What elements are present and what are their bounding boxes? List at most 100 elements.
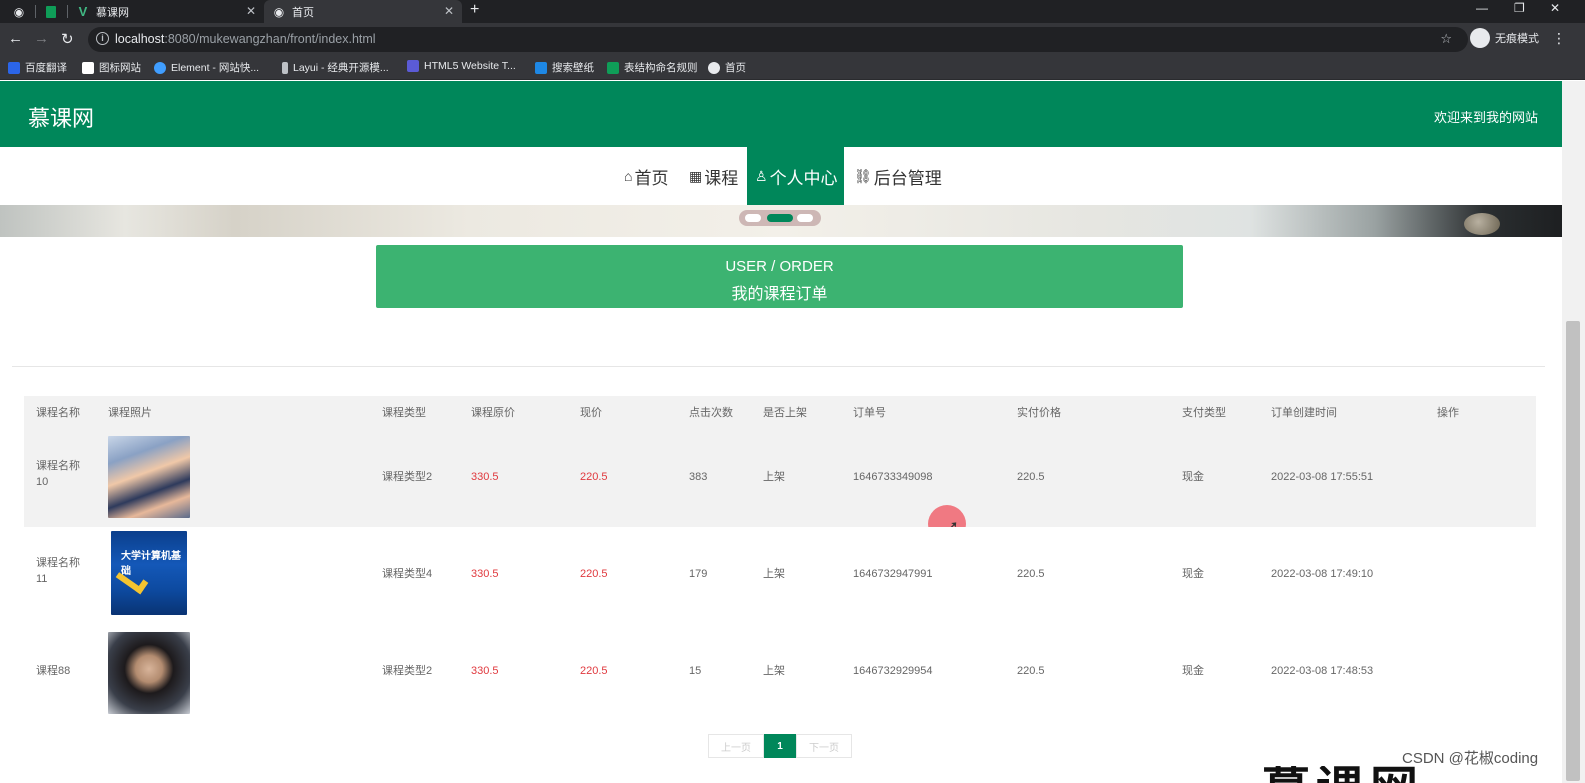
pagination: 上一页 1 下一页 [708, 734, 852, 758]
flag-icon [82, 61, 94, 74]
click-count: 383 [689, 471, 708, 483]
bookmark-item[interactable]: Layui - 经典开源模... [282, 60, 389, 75]
bookmark-item[interactable]: 图标网站 [82, 60, 141, 75]
section-title-en: USER / ORDER [725, 258, 834, 275]
page-scrollbar[interactable] [1562, 81, 1585, 783]
browser-tab-bar: ◉ V 慕课网 ✕ ◉ 首页 ✕ + — ❐ ✕ [0, 0, 1585, 23]
order-number: 1646732947991 [853, 568, 933, 580]
vue-icon: V [78, 4, 88, 19]
tab-home[interactable]: ◉ 首页 ✕ [264, 0, 462, 23]
column-header: 课程照片 [108, 407, 152, 419]
bookmark-item[interactable]: Element - 网站快... [154, 60, 259, 75]
new-tab-button[interactable]: + [470, 1, 479, 19]
element-icon [154, 61, 166, 74]
divider [12, 366, 1545, 367]
listing-status: 上架 [763, 471, 785, 483]
main-nav: ⌂ 首页 ▦ 课程 ♙ 个人中心 ⛓ 后台管理 [0, 147, 1562, 205]
payment-type: 现金 [1182, 471, 1204, 483]
bookmark-item[interactable]: HTML5 Website T... [407, 60, 516, 72]
order-number: 1646732929954 [853, 665, 933, 677]
pinned-tab-globe[interactable]: ◉ [4, 0, 34, 23]
course-photo[interactable] [108, 632, 190, 714]
globe-icon: ◉ [13, 4, 25, 19]
baidu-translate-icon [8, 61, 20, 74]
page-number-current[interactable]: 1 [764, 734, 796, 758]
globe-icon [708, 61, 720, 74]
table-row[interactable]: 课程名称 10 课程类型2 330.5 220.5 383 上架 1646733… [24, 430, 1536, 543]
payment-type: 现金 [1182, 665, 1204, 677]
bookmark-item[interactable]: 百度翻译 [8, 60, 67, 75]
user-icon: ♙ [755, 167, 768, 184]
restore-button[interactable]: ❐ [1514, 1, 1525, 15]
column-header: 操作 [1437, 407, 1459, 419]
pinned-tab-sheet[interactable] [36, 0, 66, 23]
incognito-indicator[interactable]: 无痕模式 [1470, 28, 1539, 48]
site-header: 慕课网 欢迎来到我的网站 [0, 81, 1562, 147]
globe-icon: ◉ [273, 4, 285, 19]
bookmark-item[interactable]: 搜索壁纸 [535, 60, 594, 75]
original-price: 330.5 [471, 471, 499, 483]
grid-icon: ▦ [689, 167, 703, 184]
column-header: 订单号 [853, 407, 886, 419]
carousel-dot[interactable] [745, 214, 761, 222]
course-photo[interactable] [108, 436, 190, 518]
tab-mukewang[interactable]: V 慕课网 ✕ [68, 0, 264, 23]
star-icon[interactable]: ☆ [1440, 31, 1452, 47]
sheet-icon [607, 61, 619, 74]
menu-icon[interactable]: ⋮ [1552, 30, 1566, 47]
prev-page-button[interactable]: 上一页 [708, 734, 764, 758]
window-close-button[interactable]: ✕ [1550, 1, 1560, 15]
original-price: 330.5 [471, 568, 499, 580]
column-header: 支付类型 [1182, 407, 1226, 419]
current-price: 220.5 [580, 665, 608, 677]
nav-label: 课程 [704, 168, 739, 188]
column-header: 课程原价 [471, 407, 515, 419]
nav-label: 首页 [634, 168, 669, 188]
column-header: 是否上架 [763, 407, 807, 419]
column-header: 订单创建时间 [1271, 407, 1337, 419]
payment-type: 现金 [1182, 568, 1204, 580]
course-photo[interactable]: 大学计算机基础 [111, 531, 187, 615]
banner-image-stone [1464, 213, 1500, 235]
url-text[interactable]: localhost:8080/mukewangzhan/front/index.… [115, 32, 376, 46]
created-time: 2022-03-08 17:49:10 [1271, 568, 1374, 580]
order-number: 1646733349098 [853, 471, 933, 483]
click-count: 15 [689, 665, 702, 677]
tab-title: 首页 [292, 6, 314, 19]
table-row[interactable]: 课程名称 11 大学计算机基础 课程类型4 330.5 220.5 179 上架… [24, 527, 1536, 624]
bookmark-item[interactable]: 表结构命名规则 [607, 60, 698, 75]
carousel-banner [0, 205, 1562, 237]
minimize-button[interactable]: — [1476, 1, 1488, 15]
section-title-cn: 我的课程订单 [731, 286, 828, 303]
bookmark-item[interactable]: 首页 [708, 60, 746, 75]
nav-item-home[interactable]: ⌂ 首页 [624, 147, 668, 205]
close-icon[interactable]: ✕ [246, 4, 256, 18]
course-type: 课程类型2 [382, 471, 433, 483]
carousel-dot-active[interactable] [767, 214, 793, 222]
next-page-button[interactable]: 下一页 [796, 734, 852, 758]
bookmarks-bar: 百度翻译 图标网站 Element - 网站快... Layui - 经典开源模… [0, 56, 1585, 80]
nav-item-admin[interactable]: ⛓ 后台管理 [854, 147, 942, 205]
home-icon: ⌂ [624, 168, 633, 184]
carousel-dot[interactable] [797, 214, 813, 222]
nav-item-courses[interactable]: ▦ 课程 [689, 147, 738, 205]
forward-arrow-icon[interactable]: → [34, 30, 49, 47]
paid-price: 220.5 [1017, 568, 1045, 580]
scrollbar-thumb[interactable] [1566, 321, 1580, 781]
site-logo[interactable]: 慕课网 [28, 101, 94, 133]
carousel-indicators [739, 210, 821, 226]
column-header: 现价 [580, 407, 602, 419]
column-header: 课程名称 [36, 407, 80, 419]
browser-toolbar: ← → ↻ i localhost:8080/mukewangzhan/fron… [0, 23, 1585, 56]
info-icon[interactable]: i [96, 32, 109, 45]
current-price: 220.5 [580, 568, 608, 580]
original-price: 330.5 [471, 665, 499, 677]
address-bar[interactable]: i localhost:8080/mukewangzhan/front/inde… [88, 27, 1468, 52]
nav-item-profile[interactable]: ♙ 个人中心 [747, 147, 844, 205]
close-icon[interactable]: ✕ [444, 4, 454, 18]
table-row[interactable]: 课程88 课程类型2 330.5 220.5 15 上架 16467329299… [24, 624, 1536, 721]
course-type: 课程类型4 [382, 568, 433, 580]
created-time: 2022-03-08 17:55:51 [1271, 471, 1374, 483]
reload-icon[interactable]: ↻ [61, 30, 74, 48]
back-arrow-icon[interactable]: ← [8, 30, 23, 47]
